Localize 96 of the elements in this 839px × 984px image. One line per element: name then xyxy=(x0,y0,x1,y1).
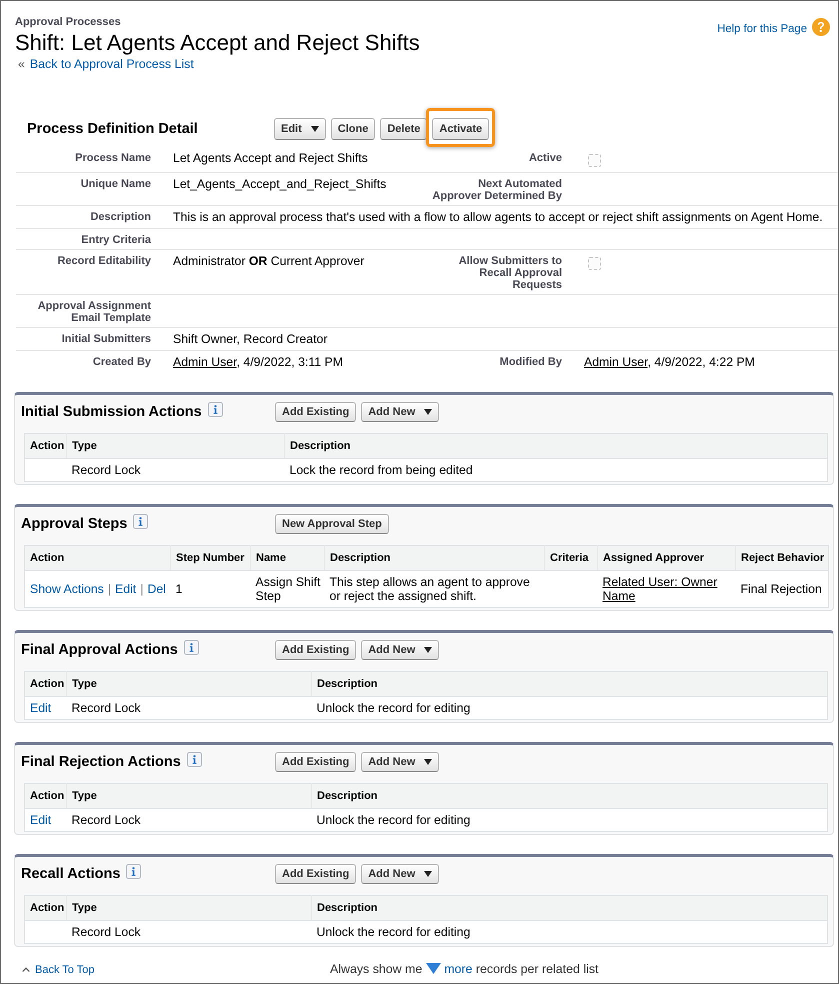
action-link[interactable]: Edit xyxy=(30,813,52,827)
column-header: Action xyxy=(24,672,66,696)
user-link[interactable]: Admin User xyxy=(173,355,237,369)
table-cell: Unlock the record for editing xyxy=(312,920,828,944)
field-value: This is an approval process that's used with a flow to allow agents to accept or reject shift assignments on Agent Home. xyxy=(173,210,824,225)
column-header: Type xyxy=(66,434,284,458)
field-value: Shift Owner, Record Creator xyxy=(173,332,328,347)
section-title: Final Approval Actions xyxy=(21,641,178,659)
dropdown-button[interactable]: Add New xyxy=(361,864,440,884)
back-to-top-link[interactable]: Back To Top xyxy=(22,962,95,976)
column-header: Name xyxy=(250,546,324,570)
action-link[interactable]: Edit xyxy=(30,701,52,715)
field-label: Next Automated Approver Determined By xyxy=(431,177,562,202)
field-label: Entry Criteria xyxy=(81,233,151,246)
column-header: Description xyxy=(284,434,828,458)
user-timestamp: Admin User, 4/9/2022, 3:11 PM xyxy=(173,355,344,370)
table-cell: Record Lock xyxy=(66,696,312,720)
field-value: Let Agents Accept and Reject Shifts xyxy=(173,151,369,166)
column-header: Action xyxy=(24,434,66,458)
field-value: Administrator OR Current Approver xyxy=(173,254,366,269)
table-cell: Assign Shift Step xyxy=(250,570,324,608)
table-cell: Final Rejection xyxy=(736,570,828,608)
table-cell: Record Lock xyxy=(66,458,284,482)
action-link[interactable]: Edit xyxy=(115,582,136,596)
action-button[interactable]: New Approval Step xyxy=(275,514,389,534)
dropdown-button[interactable]: Add New xyxy=(361,752,440,772)
action-button[interactable]: Add Existing xyxy=(275,752,356,772)
field-label: Unique Name xyxy=(80,177,151,192)
page-title: Shift: Let Agents Accept and Reject Shifts xyxy=(15,30,420,55)
more-link[interactable]: more xyxy=(444,962,472,976)
dropdown-button[interactable]: Add New xyxy=(361,402,440,422)
column-header: Type xyxy=(66,896,312,920)
detail-title: Process Definition Detail xyxy=(27,120,199,138)
records-per-list-text: Always show me more records per related list xyxy=(330,962,598,977)
table-cell: Lock the record from being edited xyxy=(284,458,828,482)
link-separator: | xyxy=(140,582,144,596)
action-button[interactable]: Delete xyxy=(380,118,428,140)
table-cell: Unlock the record for editing xyxy=(312,696,828,720)
user-link[interactable]: Admin User xyxy=(584,355,648,369)
column-header: Reject Behavior xyxy=(736,546,828,570)
table-cell: Record Lock xyxy=(66,920,312,944)
action-button[interactable]: Add Existing xyxy=(275,402,356,422)
section-title: Approval Steps xyxy=(21,515,128,533)
down-triangle-icon[interactable] xyxy=(426,963,441,974)
field-label: Initial Submitters xyxy=(62,332,151,347)
field-label: Description xyxy=(90,210,151,225)
action-button[interactable]: Add Existing xyxy=(275,640,356,660)
column-header: Description xyxy=(312,896,828,920)
field-label: Allow Submitters to Recall Approval Requests xyxy=(458,254,562,291)
table-cell: Unlock the record for editing xyxy=(312,808,828,832)
column-header: Type xyxy=(66,672,312,696)
action-link[interactable]: Show Actions xyxy=(30,582,104,596)
table-cell: 1 xyxy=(170,570,250,608)
column-header: Description xyxy=(312,672,828,696)
breadcrumb: Approval Processes xyxy=(15,16,122,29)
dropdown-button[interactable]: Edit xyxy=(274,118,326,140)
info-icon[interactable] xyxy=(208,402,223,416)
back-link[interactable]: Back to Approval Process List xyxy=(30,57,194,72)
section-title: Initial Submission Actions xyxy=(21,403,202,421)
user-timestamp: Admin User, 4/9/2022, 4:22 PM xyxy=(584,355,756,370)
info-icon[interactable] xyxy=(133,514,148,528)
field-label: Active xyxy=(528,151,562,166)
action-button[interactable]: Activate xyxy=(432,118,490,140)
dropdown-button[interactable]: Add New xyxy=(361,640,440,660)
field-label: Created By xyxy=(92,355,151,370)
column-header: Action xyxy=(24,896,66,920)
column-header: Step Number xyxy=(170,546,250,570)
column-header: Criteria xyxy=(544,546,598,570)
column-header: Action xyxy=(24,784,66,808)
action-button[interactable]: Add Existing xyxy=(275,864,356,884)
action-link[interactable]: Del xyxy=(147,582,166,596)
field-label: Record Editability xyxy=(57,254,151,269)
field-label: Modified By xyxy=(500,355,562,370)
info-icon[interactable] xyxy=(186,752,202,766)
table-cell: Record Lock xyxy=(66,808,312,832)
checkbox[interactable] xyxy=(588,257,601,270)
section-title: Recall Actions xyxy=(21,865,120,883)
field-value: Let_Agents_Accept_and_Reject_Shifts xyxy=(173,177,388,192)
chevron-up-icon xyxy=(22,967,30,972)
column-header: Assigned Approver xyxy=(598,546,736,570)
column-header: Description xyxy=(324,546,544,570)
checkbox[interactable] xyxy=(588,154,601,167)
back-marker: « xyxy=(18,57,25,72)
user-link[interactable]: Related User: Owner Name xyxy=(602,575,732,603)
section-title: Final Rejection Actions xyxy=(21,753,181,771)
column-header: Description xyxy=(312,784,828,808)
info-icon[interactable] xyxy=(126,864,142,878)
link-separator: | xyxy=(108,582,112,596)
table-cell: This step allows an agent to approve or reject the assigned shift. xyxy=(324,570,544,608)
column-header: Type xyxy=(66,784,312,808)
field-label: Process Name xyxy=(75,151,151,166)
column-header: Action xyxy=(24,546,170,570)
field-label: Approval Assignment Email Template xyxy=(36,299,151,324)
help-link[interactable]: Help for this Page xyxy=(717,22,807,36)
action-button[interactable]: Clone xyxy=(330,118,376,140)
info-icon[interactable] xyxy=(184,640,199,654)
